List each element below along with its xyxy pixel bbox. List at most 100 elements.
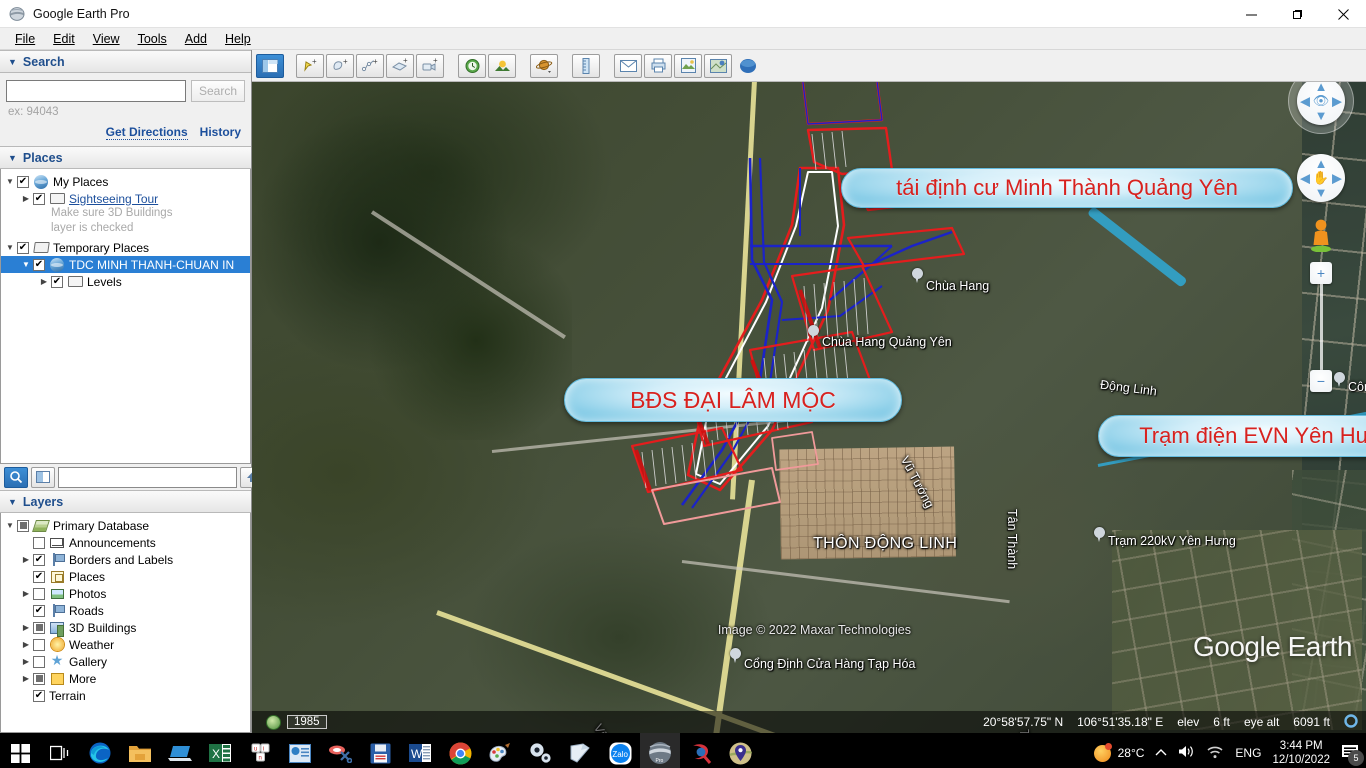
print-button[interactable] xyxy=(644,53,672,78)
taskbar-qgis[interactable] xyxy=(680,733,720,768)
zoom-in-button[interactable]: + xyxy=(1310,262,1332,284)
start-button[interactable] xyxy=(0,733,40,768)
checkbox[interactable] xyxy=(17,519,29,532)
checkbox[interactable]: ✔ xyxy=(33,570,45,583)
checkbox[interactable] xyxy=(33,536,45,549)
menu-edit[interactable]: Edit xyxy=(44,30,84,48)
imagery-year[interactable]: 1985 xyxy=(287,715,327,729)
layers-item-places[interactable]: ✔ Places xyxy=(1,568,250,585)
taskbar-microsoft-word[interactable]: W xyxy=(400,733,440,768)
task-view-button[interactable] xyxy=(40,733,80,768)
layers-item-weather[interactable]: ▶ Weather xyxy=(1,636,250,653)
taskbar-zalo[interactable]: Zalo xyxy=(600,733,640,768)
language-indicator[interactable]: ENG xyxy=(1235,746,1261,760)
look-right-arrow-icon[interactable]: ▶ xyxy=(1332,95,1342,108)
layers-item-more[interactable]: ▶ More xyxy=(1,670,250,687)
menu-add[interactable]: Add xyxy=(176,30,216,48)
map-pin[interactable] xyxy=(912,268,923,283)
taskbar-presentation-app[interactable] xyxy=(280,733,320,768)
checkbox[interactable]: ✔ xyxy=(33,689,45,702)
speaker-icon[interactable] xyxy=(1178,744,1195,762)
taskbar-settings[interactable] xyxy=(520,733,560,768)
view-in-maps-button[interactable] xyxy=(704,53,732,78)
maximize-button[interactable] xyxy=(1274,0,1320,28)
taskbar-google-earth-pro[interactable]: Pro xyxy=(640,733,680,768)
show-ruler-button[interactable] xyxy=(572,53,600,78)
checkbox[interactable]: ✔ xyxy=(33,553,45,566)
checkbox[interactable] xyxy=(33,587,45,600)
layers-item-photos[interactable]: ▶ Photos xyxy=(1,585,250,602)
add-polygon-button[interactable]: + xyxy=(326,53,354,78)
historical-imagery-button[interactable] xyxy=(458,53,486,78)
taskbar-sticky-notes[interactable] xyxy=(560,733,600,768)
split-view-toggle[interactable] xyxy=(31,466,55,488)
look-left-arrow-icon[interactable]: ◀ xyxy=(1300,95,1310,108)
taskbar-google-chrome[interactable] xyxy=(440,733,480,768)
expand-toggle-icon[interactable]: ▼ xyxy=(19,260,33,269)
places-filter-input[interactable] xyxy=(58,466,237,488)
layers-item-primary-database[interactable]: ▼ Primary Database xyxy=(1,517,250,534)
zoom-slider[interactable]: + − xyxy=(1310,262,1332,392)
move-up-arrow-icon[interactable]: ▲ xyxy=(1315,157,1328,170)
layers-tree[interactable]: ▼ Primary Database Announcements ▶ ✔ Bor… xyxy=(0,513,251,733)
menu-tools[interactable]: Tools xyxy=(129,30,176,48)
expand-toggle-icon[interactable]: ▼ xyxy=(3,521,17,530)
search-places-toggle[interactable] xyxy=(4,466,28,488)
checkbox[interactable] xyxy=(33,638,45,651)
map-pin[interactable] xyxy=(808,325,819,340)
layers-item-roads[interactable]: ✔ Roads xyxy=(1,602,250,619)
save-image-button[interactable] xyxy=(674,53,702,78)
search-button[interactable]: Search xyxy=(191,80,245,102)
weather-widget[interactable]: 28°C xyxy=(1093,742,1144,762)
history-link[interactable]: History xyxy=(200,125,241,140)
move-right-arrow-icon[interactable]: ▶ xyxy=(1332,172,1342,185)
taskbar-microsoft-excel[interactable]: X xyxy=(200,733,240,768)
minimize-button[interactable] xyxy=(1228,0,1274,28)
earth-view-button[interactable] xyxy=(734,54,762,78)
clock-icon[interactable] xyxy=(266,714,281,730)
zoom-track[interactable] xyxy=(1319,284,1323,370)
street-view-pegman[interactable] xyxy=(1308,218,1334,255)
look-down-arrow-icon[interactable]: ▼ xyxy=(1315,109,1328,122)
places-item-my-places[interactable]: ▼ ✔ My Places xyxy=(1,173,250,190)
layers-item-3d-buildings[interactable]: ▶ 3D Buildings xyxy=(1,619,250,637)
navigation-controls[interactable]: N ▲ ▼ ◀ ▶ 👁 ▲ ▼ ◀ ▶ ✋ xyxy=(1288,57,1354,392)
menu-help[interactable]: Help xyxy=(216,30,260,48)
checkbox[interactable]: ✔ xyxy=(33,258,45,271)
layers-item-terrain[interactable]: ✔ Terrain xyxy=(1,687,250,704)
taskbar-file-explorer[interactable] xyxy=(120,733,160,768)
taskbar-unikey[interactable]: uin xyxy=(240,733,280,768)
search-panel-header[interactable]: ▼ Search xyxy=(0,50,251,73)
email-button[interactable] xyxy=(614,53,642,78)
zoom-out-button[interactable]: − xyxy=(1310,370,1332,392)
eye-icon[interactable]: 👁 xyxy=(1313,93,1330,109)
expand-toggle-icon[interactable]: ▼ xyxy=(3,177,17,186)
move-joystick[interactable]: ▲ ▼ ◀ ▶ ✋ xyxy=(1297,154,1345,202)
taskbar-clock[interactable]: 3:44 PM 12/10/2022 xyxy=(1272,739,1330,767)
expand-toggle-icon[interactable]: ▶ xyxy=(19,640,33,649)
taskbar-save-app[interactable] xyxy=(360,733,400,768)
places-tree[interactable]: ▼ ✔ My Places ▶ ✔ Sightseeing Tour Make … xyxy=(0,169,251,464)
checkbox[interactable]: ✔ xyxy=(17,175,29,188)
taskbar-remote-desktop[interactable] xyxy=(160,733,200,768)
add-placemark-button[interactable]: + xyxy=(296,53,324,78)
expand-toggle-icon[interactable]: ▶ xyxy=(19,589,33,598)
callout-tai-dinh-cu[interactable]: tái định cư Minh Thành Quảng Yên xyxy=(841,168,1293,208)
places-item-label[interactable]: Sightseeing Tour xyxy=(69,192,158,206)
show-hidden-icons-chevron-icon[interactable] xyxy=(1155,746,1167,760)
checkbox[interactable]: ✔ xyxy=(17,241,29,254)
checkbox[interactable] xyxy=(33,621,45,634)
hand-icon[interactable]: ✋ xyxy=(1313,170,1329,186)
places-item-tdc-minh-thanh[interactable]: ▼ ✔ TDC MINH THANH-CHUAN IN xyxy=(1,256,250,273)
move-down-arrow-icon[interactable]: ▼ xyxy=(1315,186,1328,199)
search-input[interactable] xyxy=(6,80,186,102)
switch-planet-button[interactable] xyxy=(530,53,558,78)
menu-view[interactable]: View xyxy=(84,30,129,48)
places-panel-header[interactable]: ▼ Places xyxy=(0,146,251,169)
places-item-temporary-places[interactable]: ▼ ✔ Temporary Places xyxy=(1,239,250,256)
layers-panel-header[interactable]: ▼ Layers xyxy=(0,490,251,513)
checkbox[interactable]: ✔ xyxy=(33,192,45,205)
map-pin[interactable] xyxy=(1094,527,1105,542)
taskbar-microsoft-edge[interactable] xyxy=(80,733,120,768)
layers-item-borders-and-labels[interactable]: ▶ ✔ Borders and Labels xyxy=(1,551,250,568)
